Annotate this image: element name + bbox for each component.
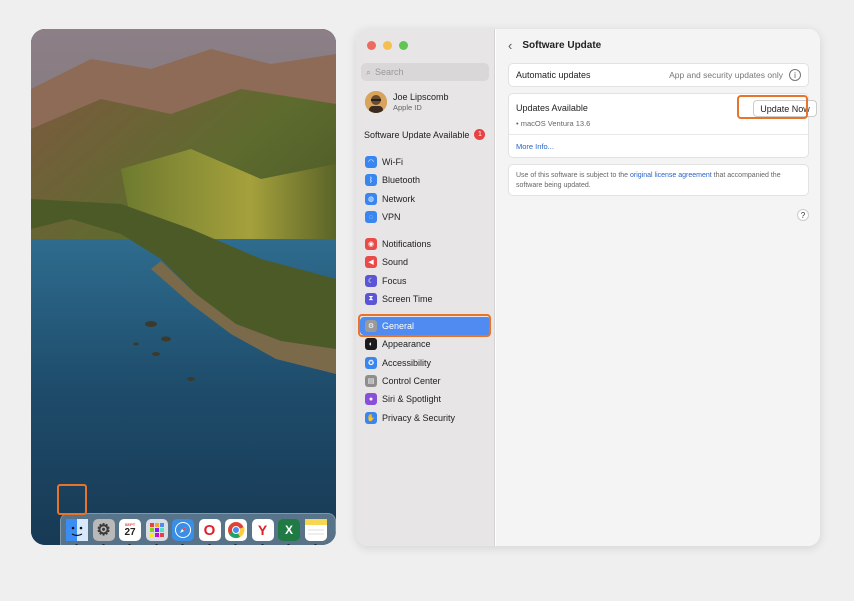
sidebar-item-wi-fi[interactable]: ◠ Wi-Fi bbox=[360, 153, 491, 171]
sidebar-item-label: Siri & Spotlight bbox=[382, 394, 442, 405]
sidebar-item-label: Notifications bbox=[382, 239, 432, 250]
automatic-updates-row[interactable]: Automatic updates App and security updat… bbox=[508, 63, 809, 87]
sidebar-item-label: Bluetooth bbox=[382, 175, 421, 186]
sidebar-item-notifications[interactable]: ◉ Notifications bbox=[360, 235, 491, 253]
automatic-updates-label: Automatic updates bbox=[516, 70, 591, 80]
notes-icon[interactable] bbox=[304, 519, 327, 545]
software-update-available-item[interactable]: Software Update Available 1 bbox=[364, 129, 492, 140]
software-update-label: Software Update Available bbox=[364, 129, 470, 140]
system-settings-icon[interactable]: ⚙ bbox=[92, 519, 115, 545]
running-indicator bbox=[207, 544, 211, 545]
window-controls bbox=[367, 41, 408, 50]
general-item-highlight bbox=[358, 314, 491, 337]
focus-icon: ☾ bbox=[365, 274, 377, 287]
launchpad-icon[interactable] bbox=[145, 519, 168, 545]
wallpaper-image bbox=[31, 29, 336, 545]
divider bbox=[509, 134, 808, 135]
desktop-wallpaper: ⚙ SEPT 27 O Y X bbox=[31, 29, 336, 545]
sidebar-item-label: Appearance bbox=[382, 339, 431, 350]
update-version: • macOS Ventura 13.6 bbox=[516, 119, 591, 128]
license-agreement-link[interactable]: original license agreement bbox=[630, 172, 712, 179]
siri-icon: ● bbox=[365, 393, 377, 406]
license-text-pre: Use of this software is subject to the bbox=[516, 172, 630, 179]
apple-id-account[interactable]: Joe Lipscomb Apple ID bbox=[365, 91, 449, 113]
network-icon: ◍ bbox=[365, 192, 377, 205]
accessibility-icon: ✪ bbox=[365, 356, 377, 369]
back-chevron-icon[interactable]: ‹ bbox=[508, 38, 512, 53]
header: ‹ Software Update bbox=[508, 38, 601, 53]
running-indicator bbox=[287, 544, 290, 545]
sidebar-item-privacy-security[interactable]: ✋ Privacy & Security bbox=[360, 408, 491, 426]
sidebar: ⌕ Joe Lipscomb Apple ID Software Update … bbox=[356, 29, 495, 546]
sidebar-item-bluetooth[interactable]: ᛒ Bluetooth bbox=[360, 171, 491, 189]
page-title: Software Update bbox=[522, 40, 602, 51]
update-now-highlight bbox=[737, 95, 808, 119]
automatic-updates-value: App and security updates only bbox=[669, 70, 783, 80]
screen-time-icon: ⧗ bbox=[365, 293, 377, 306]
close-button[interactable] bbox=[367, 41, 376, 50]
search-icon: ⌕ bbox=[366, 66, 372, 77]
appearance-icon: ◐ bbox=[365, 338, 377, 351]
sidebar-group: ◠ Wi-Fi ᛒ Bluetooth ◍ Network ◌ VPN bbox=[360, 153, 491, 226]
sidebar-item-siri-spotlight[interactable]: ● Siri & Spotlight bbox=[360, 390, 491, 408]
avatar bbox=[365, 91, 387, 113]
sidebar-item-label: Wi-Fi bbox=[382, 157, 403, 168]
sidebar-item-label: Control Center bbox=[382, 376, 441, 387]
running-indicator bbox=[313, 544, 317, 545]
more-info-link[interactable]: More Info... bbox=[516, 142, 554, 151]
sidebar-item-network[interactable]: ◍ Network bbox=[360, 190, 491, 208]
sidebar-item-label: VPN bbox=[382, 212, 401, 223]
sidebar-item-sound[interactable]: ◀ Sound bbox=[360, 253, 491, 271]
notifications-icon: ◉ bbox=[365, 238, 377, 251]
search-field[interactable]: ⌕ bbox=[361, 63, 489, 81]
running-indicator bbox=[260, 544, 264, 545]
running-indicator bbox=[128, 544, 131, 545]
wifi-icon: ◠ bbox=[365, 156, 377, 169]
running-indicator bbox=[234, 544, 237, 545]
sidebar-item-vpn[interactable]: ◌ VPN bbox=[360, 208, 491, 226]
sidebar-group: ◉ Notifications ◀ Sound ☾ Focus ⧗ Screen Time bbox=[360, 235, 491, 308]
sidebar-item-accessibility[interactable]: ✪ Accessibility bbox=[360, 354, 491, 372]
sidebar-item-appearance[interactable]: ◐ Appearance bbox=[360, 335, 491, 353]
user-subtitle: Apple ID bbox=[393, 103, 422, 112]
dock: ⚙ SEPT 27 O Y X bbox=[60, 513, 336, 545]
running-indicator bbox=[181, 544, 184, 545]
updates-available-heading: Updates Available bbox=[516, 103, 588, 113]
sidebar-item-label: Privacy & Security bbox=[382, 412, 456, 423]
control-center-icon: ▤ bbox=[365, 375, 377, 388]
help-button[interactable]: ? bbox=[797, 209, 809, 221]
excel-icon[interactable]: X bbox=[278, 519, 300, 545]
sidebar-item-control-center[interactable]: ▤ Control Center bbox=[360, 372, 491, 390]
sidebar-item-label: Sound bbox=[382, 257, 409, 268]
sidebar-item-label: Focus bbox=[382, 275, 407, 286]
running-indicator bbox=[101, 544, 105, 545]
sidebar-item-screen-time[interactable]: ⧗ Screen Time bbox=[360, 290, 491, 308]
calendar-icon[interactable]: SEPT 27 bbox=[119, 519, 141, 545]
sidebar-item-focus[interactable]: ☾ Focus bbox=[360, 272, 491, 290]
search-input[interactable] bbox=[375, 67, 476, 77]
running-indicator bbox=[75, 544, 78, 545]
yandex-browser-icon[interactable]: Y bbox=[251, 519, 274, 545]
running-indicator bbox=[154, 544, 158, 545]
safari-icon[interactable] bbox=[172, 519, 194, 545]
vpn-icon: ◌ bbox=[365, 211, 377, 224]
calendar-day: 27 bbox=[124, 527, 136, 538]
sidebar-item-label: Network bbox=[382, 193, 416, 204]
sidebar-item-label: Screen Time bbox=[382, 294, 433, 305]
privacy-hand-icon: ✋ bbox=[365, 411, 377, 424]
update-count-badge: 1 bbox=[474, 129, 486, 140]
license-notice: Use of this software is subject to the o… bbox=[508, 164, 809, 196]
bluetooth-icon: ᛒ bbox=[365, 174, 377, 187]
zoom-button[interactable] bbox=[399, 41, 408, 50]
info-icon[interactable]: i bbox=[789, 69, 801, 81]
sidebar-item-label: Accessibility bbox=[382, 357, 432, 368]
opera-icon[interactable]: O bbox=[198, 519, 221, 545]
user-name: Joe Lipscomb bbox=[393, 92, 449, 102]
chrome-icon[interactable] bbox=[225, 519, 247, 545]
finder-icon[interactable] bbox=[66, 519, 88, 545]
system-settings-dock-highlight bbox=[57, 484, 87, 515]
minimize-button[interactable] bbox=[383, 41, 392, 50]
sound-icon: ◀ bbox=[365, 256, 377, 269]
